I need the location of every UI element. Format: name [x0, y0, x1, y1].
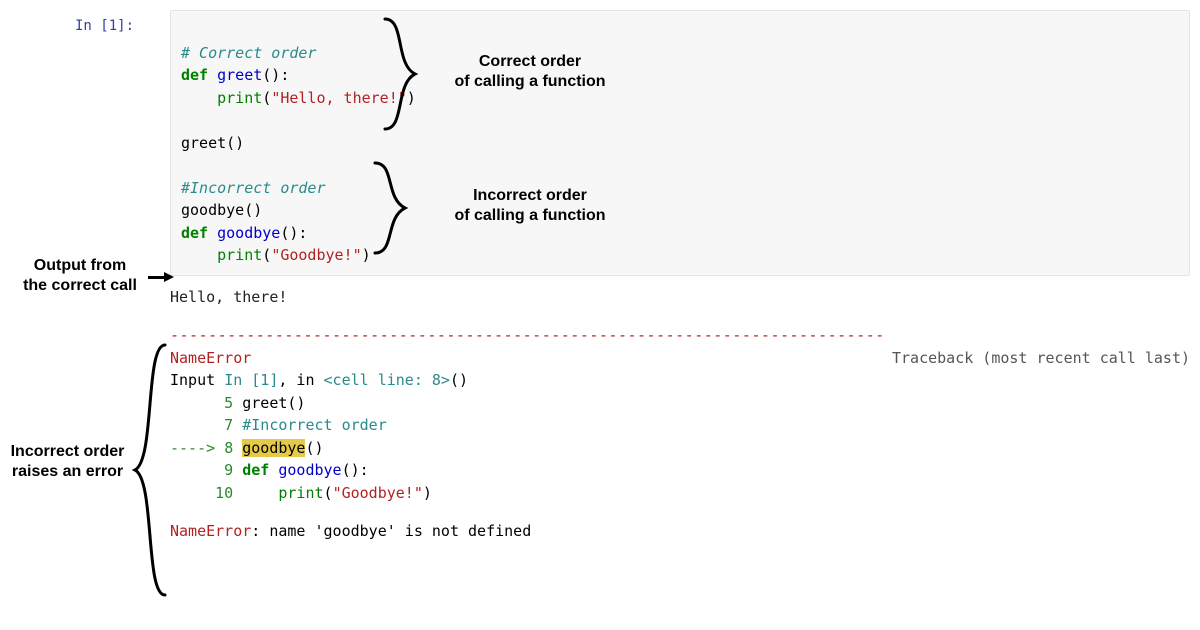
code-text: greet(): [181, 134, 244, 152]
string-literal: "Goodbye!": [333, 484, 423, 502]
code-box: # Correct order def greet(): print("Hell…: [170, 10, 1190, 276]
error-header: NameError Traceback (most recent call la…: [170, 347, 1190, 370]
builtin-print: print: [217, 89, 262, 107]
func-name: goodbye: [278, 461, 341, 479]
tb-in: In [1]: [224, 371, 278, 389]
error-name: NameError: [170, 347, 251, 370]
code-indent: [181, 246, 217, 264]
input-prompt: In [1]:: [75, 18, 134, 34]
error-message: : name 'goodbye' is not defined: [251, 522, 531, 540]
tb-text: (): [450, 371, 468, 389]
keyword-def: def: [242, 461, 269, 479]
traceback-context: 5 greet(): [170, 392, 1190, 415]
annotation-output: Output from the correct call: [10, 256, 150, 296]
tb-code: #Incorrect order: [242, 416, 387, 434]
traceback-label: Traceback (most recent call last): [892, 347, 1190, 370]
arrow-marker: ---->: [170, 439, 224, 457]
arrow-head-icon: [164, 272, 174, 282]
error-final: NameError: name 'goodbye' is not defined: [170, 520, 1190, 543]
code-comment: #Incorrect order: [181, 179, 326, 197]
keyword-def: def: [181, 66, 208, 84]
lineno: 10: [170, 484, 242, 502]
func-name: goodbye: [217, 224, 280, 242]
string-literal: "Hello, there!": [271, 89, 406, 107]
code-cell: In [1]: # Correct order def greet(): pri…: [170, 10, 1190, 543]
lineno: 8: [224, 439, 242, 457]
lineno: 7: [170, 416, 242, 434]
func-name: greet: [217, 66, 262, 84]
paren: (: [262, 89, 271, 107]
paren: ): [423, 484, 432, 502]
keyword-def: def: [181, 224, 208, 242]
annotation-incorrect: Incorrect order of calling a function: [425, 186, 635, 226]
tb-code: greet(): [242, 394, 305, 412]
tb-code: (): [305, 439, 323, 457]
tb-text: , in: [278, 371, 323, 389]
code-comment: # Correct order: [181, 44, 316, 62]
tb-cellref: <cell line: 8>: [324, 371, 450, 389]
paren: ): [362, 246, 371, 264]
lineno: 9: [170, 461, 242, 479]
annotation-correct: Correct order of calling a function: [430, 52, 630, 92]
error-name: NameError: [170, 522, 251, 540]
builtin-print: print: [217, 246, 262, 264]
string-literal: "Goodbye!": [271, 246, 361, 264]
brace-error: [130, 340, 170, 600]
code-text: goodbye(): [181, 201, 262, 219]
traceback-line: Input In [1], in <cell line: 8>(): [170, 369, 1190, 392]
code-indent: [181, 89, 217, 107]
traceback-arrow-line: ----> 8 goodbye(): [170, 437, 1190, 460]
stdout-output: Hello, there!: [170, 286, 1190, 309]
highlighted-token: goodbye: [242, 439, 305, 457]
paren: ): [407, 89, 416, 107]
tb-text: Input: [170, 371, 224, 389]
paren: (: [324, 484, 333, 502]
lineno: 5: [170, 394, 242, 412]
code-text: ():: [262, 66, 289, 84]
traceback-context: 10 print("Goodbye!"): [170, 482, 1190, 505]
error-separator: ----------------------------------------…: [170, 324, 1190, 347]
paren: (: [262, 246, 271, 264]
builtin-print: print: [278, 484, 323, 502]
code-indent: [242, 484, 278, 502]
traceback-context: 9 def goodbye():: [170, 459, 1190, 482]
annotation-raises: Incorrect order raises an error: [0, 442, 135, 482]
tb-code: ():: [342, 461, 369, 479]
traceback-context: 7 #Incorrect order: [170, 414, 1190, 437]
code-text: ():: [280, 224, 307, 242]
